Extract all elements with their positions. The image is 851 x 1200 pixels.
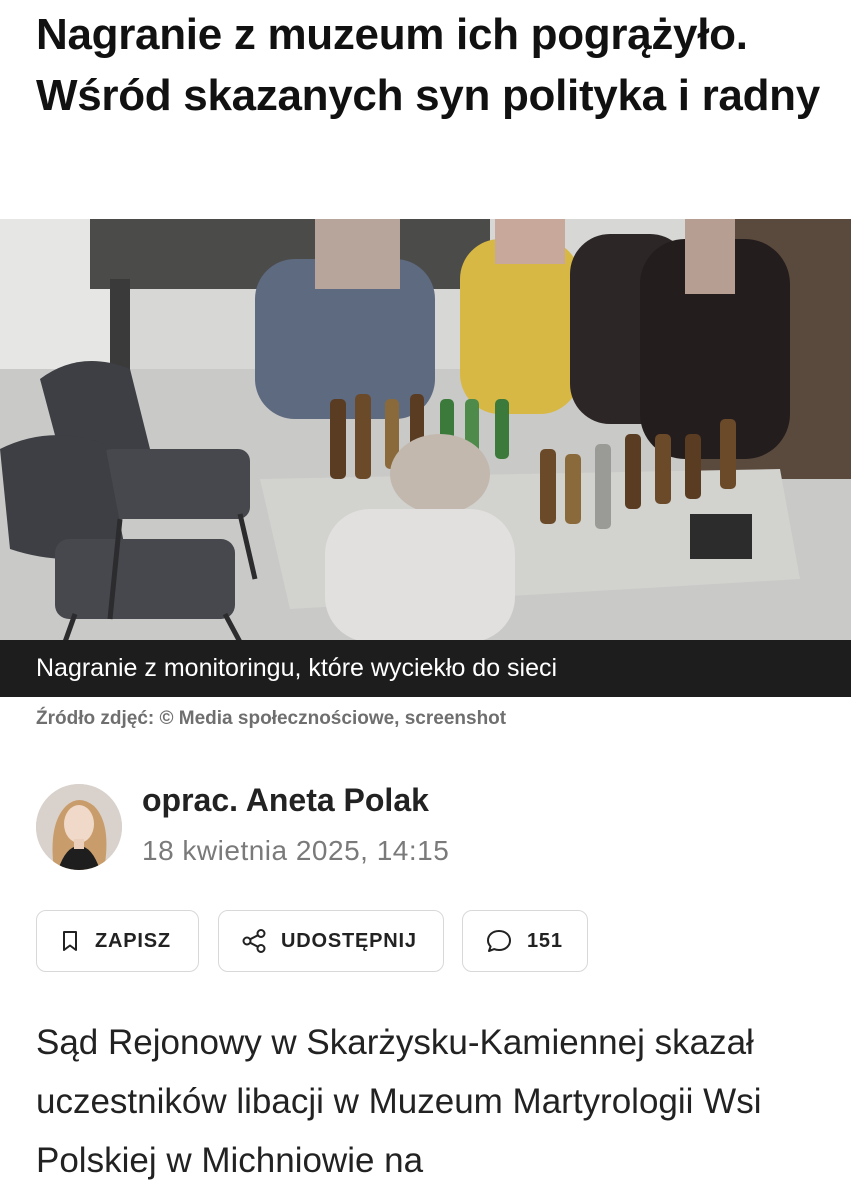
photo-source: Źródło zdjęć: © Media społecznościowe, s… xyxy=(36,708,507,729)
comments-button[interactable]: 151 xyxy=(462,910,588,972)
author-avatar[interactable] xyxy=(36,784,122,870)
comments-count: 151 xyxy=(527,929,563,952)
article-lead: Sąd Rejonowy w Skarżysku-Kamiennej skaza… xyxy=(36,1023,762,1180)
share-icon xyxy=(242,929,266,953)
share-button[interactable]: UDOSTĘPNIJ xyxy=(218,910,444,972)
monitoring-photo[interactable] xyxy=(0,219,851,642)
publish-date: 18 kwietnia 2025, 14:15 xyxy=(142,835,450,866)
save-button[interactable]: ZAPISZ xyxy=(36,910,199,972)
comment-bubble-icon xyxy=(487,930,511,952)
save-label: ZAPISZ xyxy=(95,929,171,952)
bookmark-icon xyxy=(63,931,77,951)
article-photo-figure[interactable]: Nagranie z monitoringu, które wyciekło d… xyxy=(0,219,851,697)
article-headline: Nagranie z muzeum ich pogrążyło. Wśród s… xyxy=(36,10,820,120)
author-name[interactable]: oprac. Aneta Polak xyxy=(142,782,429,819)
photo-caption: Nagranie z monitoringu, które wyciekło d… xyxy=(0,640,851,697)
share-label: UDOSTĘPNIJ xyxy=(281,929,417,952)
